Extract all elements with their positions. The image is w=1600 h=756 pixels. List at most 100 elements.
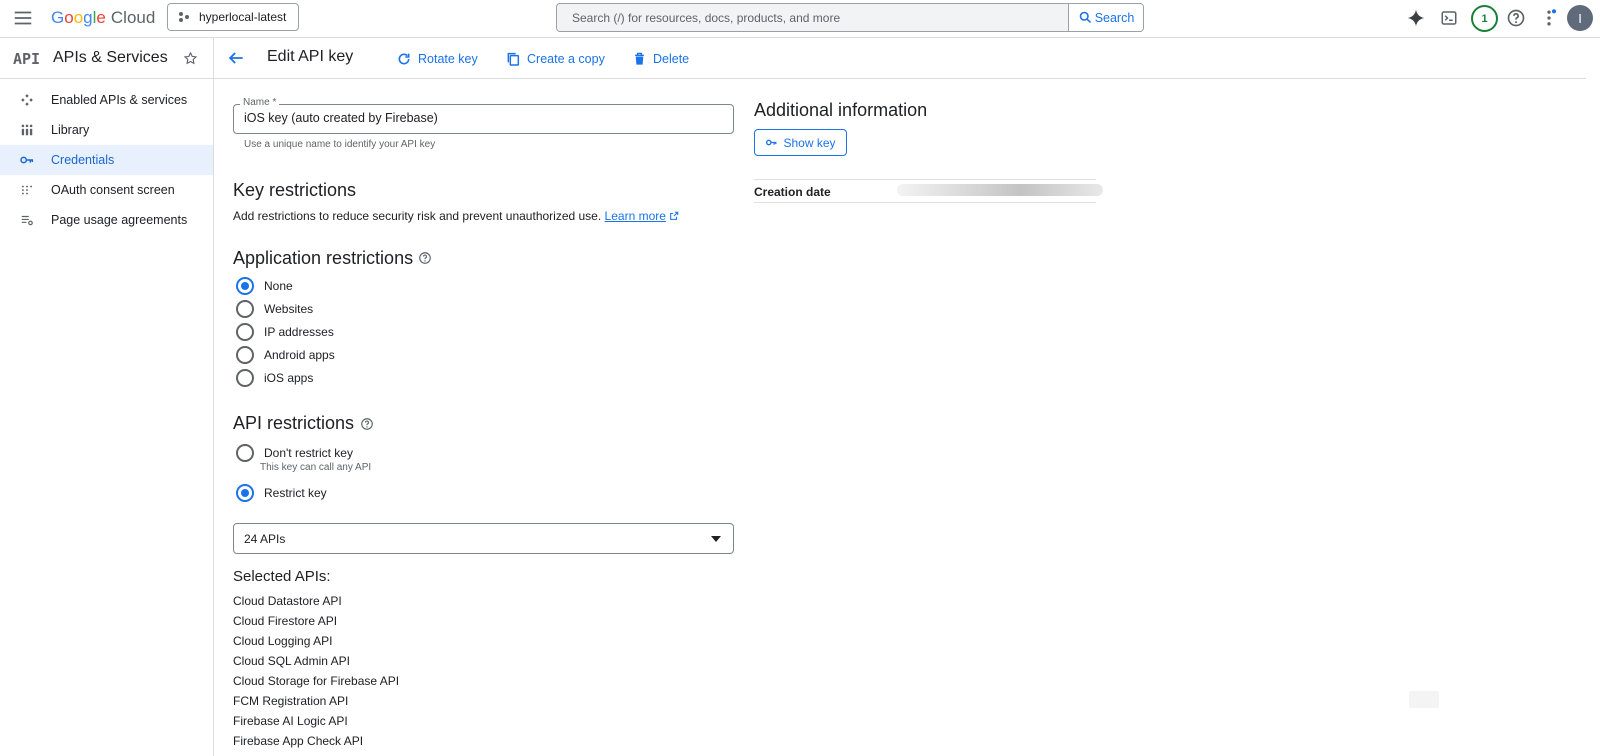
key-icon: [18, 151, 36, 169]
api-logo-icon: API: [13, 50, 41, 68]
radio-circle: [236, 300, 254, 318]
name-field-hint: Use a unique name to identify your API k…: [244, 139, 436, 150]
search-icon: [1079, 11, 1091, 24]
radio-label: Don't restrict key: [264, 446, 353, 460]
list-item: Cloud Storage for Firebase API: [233, 674, 400, 688]
dropdown-arrow-icon: [711, 535, 721, 542]
copy-icon: [507, 52, 520, 66]
radio-circle: [236, 444, 254, 462]
list-item: Firebase AI Logic API: [233, 714, 348, 728]
create-copy-label: Create a copy: [527, 52, 605, 66]
logo-letter: e: [96, 8, 106, 27]
dont-restrict-subtext: This key can call any API: [260, 462, 372, 473]
radio-ip-addresses[interactable]: IP addresses: [236, 322, 436, 342]
list-item: Firebase App Check API: [233, 734, 364, 748]
key-restrictions-description: Add restrictions to reduce security risk…: [233, 209, 679, 223]
radio-label: Restrict key: [264, 486, 327, 500]
radio-circle: [236, 277, 254, 295]
back-arrow-icon[interactable]: [226, 48, 246, 68]
learn-more-label: Learn more: [604, 209, 666, 223]
project-name: hyperlocal-latest: [199, 10, 287, 24]
sidebar-item-page-usage[interactable]: Page usage agreements: [0, 205, 213, 235]
radio-websites[interactable]: Websites: [236, 299, 436, 319]
external-link-icon: [670, 211, 679, 220]
radio-dont-restrict-key[interactable]: Don't restrict key: [236, 443, 436, 463]
name-field-value[interactable]: iOS key (auto created by Firebase): [244, 111, 438, 125]
creation-date-value-redacted: [897, 184, 1103, 196]
radio-circle: [236, 346, 254, 364]
sidebar-item-oauth-consent[interactable]: OAuth consent screen: [0, 175, 213, 205]
radio-ios-apps[interactable]: iOS apps: [236, 368, 436, 388]
list-item: Cloud Logging API: [233, 634, 333, 648]
star-icon[interactable]: [183, 51, 198, 66]
library-icon: [18, 121, 36, 139]
search-button-label: Search: [1094, 10, 1135, 25]
gemini-icon[interactable]: [1405, 7, 1427, 29]
learn-more-link[interactable]: Learn more: [605, 209, 666, 223]
help-icon[interactable]: [418, 251, 432, 265]
rotate-key-button[interactable]: Rotate key: [396, 48, 478, 70]
avatar[interactable]: I: [1567, 5, 1593, 31]
radio-none[interactable]: None: [236, 276, 436, 296]
sidebar-item-enabled-apis[interactable]: Enabled APIs & services: [0, 85, 213, 115]
list-item: Cloud Datastore API: [233, 594, 342, 608]
sidebar-item-label: Enabled APIs & services: [51, 93, 188, 107]
settings-list-icon: [18, 211, 36, 229]
page-title: Edit API key: [267, 48, 354, 65]
help-icon[interactable]: [360, 417, 374, 431]
more-options-icon[interactable]: [1538, 7, 1560, 29]
api-select-value: 24 APIs: [244, 531, 286, 546]
api-restrictions-title: API restrictions: [233, 413, 355, 433]
menu-icon[interactable]: [12, 7, 34, 29]
sidebar-item-credentials[interactable]: Credentials: [0, 145, 213, 175]
trash-icon: [635, 52, 644, 65]
creation-date-label: Creation date: [754, 185, 831, 199]
logo-letter: G: [51, 8, 65, 27]
key-restrictions-text: Add restrictions to reduce security risk…: [233, 209, 602, 223]
sidebar-item-label: Page usage agreements: [51, 213, 188, 227]
api-select-dropdown[interactable]: 24 APIs: [233, 523, 734, 554]
show-key-button[interactable]: Show key: [754, 129, 847, 156]
notifications-badge[interactable]: 1: [1471, 5, 1498, 32]
radio-label: iOS apps: [264, 371, 314, 385]
key-icon: [766, 139, 777, 146]
google-cloud-logo[interactable]: Google Cloud: [51, 7, 155, 29]
key-restrictions-title: Key restrictions: [233, 180, 357, 200]
additional-info-title: Additional information: [754, 100, 928, 120]
logo-letter: o: [73, 8, 84, 27]
radio-dot: [241, 489, 249, 497]
list-item: Cloud Firestore API: [233, 614, 338, 628]
enabled-apis-icon: [18, 91, 36, 109]
application-restrictions-title: Application restrictions: [233, 248, 414, 268]
cloud-shell-icon[interactable]: [1438, 7, 1460, 29]
search-input[interactable]: Search (/) for resources, docs, products…: [572, 11, 1068, 25]
radio-label: IP addresses: [264, 325, 334, 339]
decorative-watermark: [1409, 691, 1439, 708]
sidebar-item-label: Library: [51, 123, 90, 137]
logo-letter: o: [64, 8, 74, 27]
radio-circle: [236, 484, 254, 502]
sidebar-title: APIs & Services: [53, 49, 168, 66]
refresh-icon: [398, 53, 410, 65]
delete-button[interactable]: Delete: [632, 48, 689, 70]
radio-restrict-key[interactable]: Restrict key: [236, 483, 436, 503]
sidebar-item-library[interactable]: Library: [0, 115, 213, 145]
radio-circle: [236, 369, 254, 387]
sidebar-item-label: Credentials: [51, 153, 115, 167]
radio-circle: [236, 323, 254, 341]
search-button[interactable]: Search: [1068, 4, 1143, 31]
logo-suffix: Cloud: [110, 8, 156, 27]
show-key-label: Show key: [783, 135, 836, 150]
sidebar-item-label: OAuth consent screen: [51, 183, 175, 197]
help-icon[interactable]: [1505, 7, 1527, 29]
radio-label: Websites: [264, 302, 314, 316]
radio-android-apps[interactable]: Android apps: [236, 345, 436, 365]
selected-apis-title: Selected APIs:: [233, 568, 331, 585]
oauth-icon: [18, 181, 36, 199]
search-bar[interactable]: Search (/) for resources, docs, products…: [556, 3, 1144, 32]
radio-dot: [241, 282, 249, 290]
create-copy-button[interactable]: Create a copy: [505, 48, 605, 70]
delete-label: Delete: [653, 52, 690, 66]
project-picker-button[interactable]: hyperlocal-latest: [167, 3, 299, 31]
rotate-key-label: Rotate key: [418, 52, 478, 66]
